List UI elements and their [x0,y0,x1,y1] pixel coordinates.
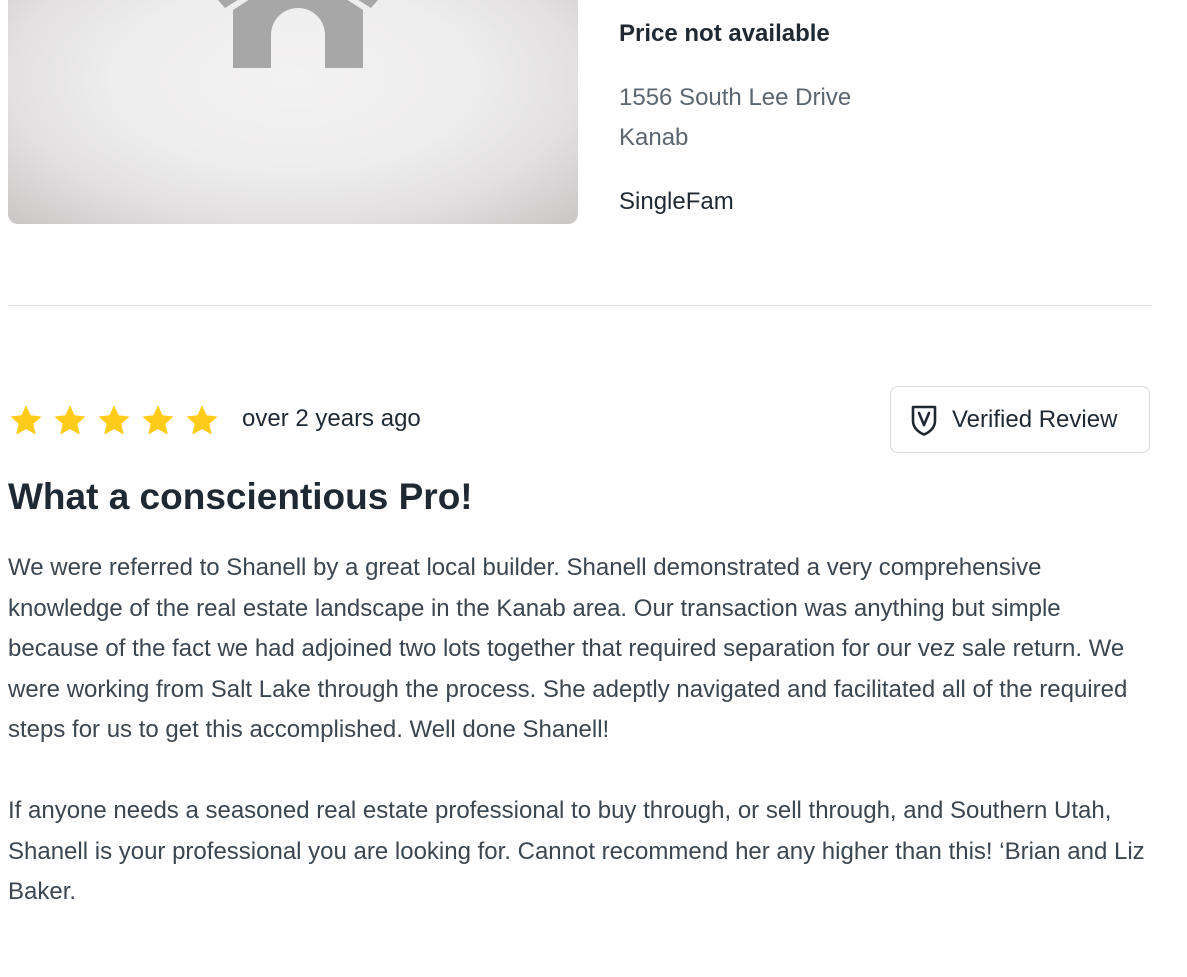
listing-street-address[interactable]: 1556 South Lee Drive [619,84,1099,112]
star-icon [10,405,42,435]
verified-review-badge[interactable]: Verified Review [890,386,1150,453]
star-icon [142,405,174,435]
verified-review-label: Verified Review [952,405,1118,433]
listing-price: Price not available [619,20,830,47]
star-icon [54,405,86,435]
star-icon [186,405,218,435]
listing-property-type: SingleFam [619,188,734,215]
review-body: We were referred to Shanell by a great l… [8,548,1158,913]
review-paragraph: We were referred to Shanell by a great l… [8,554,1128,743]
shield-check-icon [911,405,937,436]
house-placeholder-icon [218,0,378,68]
section-divider [8,305,1152,306]
listing-photo[interactable] [8,0,578,224]
star-rating [8,402,228,440]
listing-city[interactable]: Kanab [619,124,1099,152]
review-paragraph: If anyone needs a seasoned real estate p… [8,797,1145,905]
review-title: What a conscientious Pro! [8,476,473,517]
review-date: over 2 years ago [242,405,421,432]
star-icon [98,405,130,435]
